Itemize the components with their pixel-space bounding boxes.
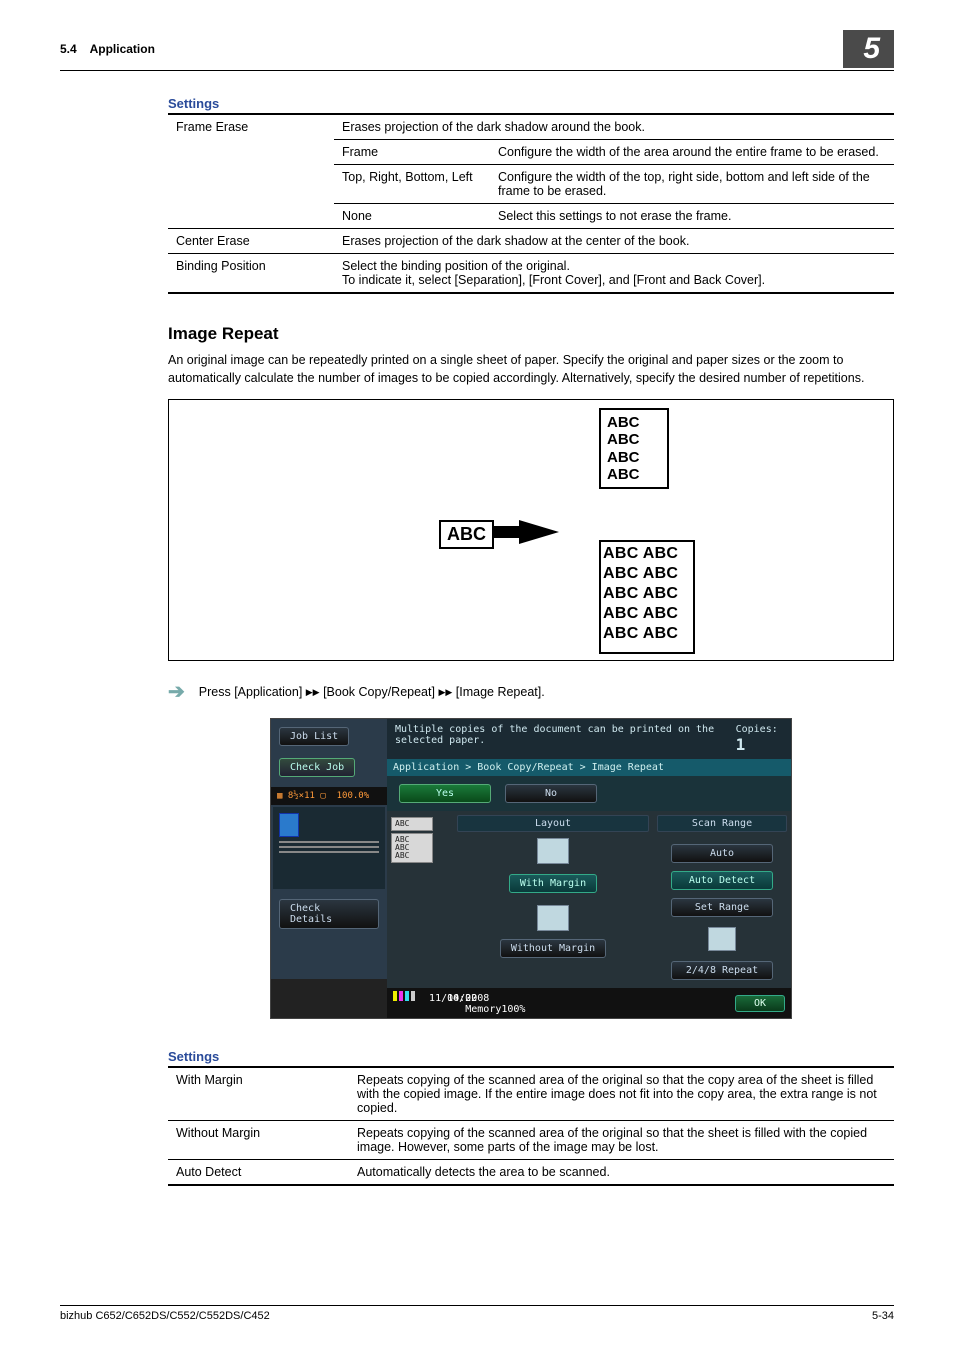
scan-range-label: Scan Range xyxy=(657,815,787,832)
paper-zoom: ▦ 8½×11 ▢ 100.0% xyxy=(271,787,387,805)
cell: Erases projection of the dark shadow aro… xyxy=(334,114,894,140)
cell: Automatically detects the area to be sca… xyxy=(349,1160,894,1186)
cell: Frame Erase xyxy=(168,114,334,229)
cell: Configure the width of the area around t… xyxy=(490,140,894,165)
settings-table-2: With Margin Repeats copying of the scann… xyxy=(168,1066,894,1186)
job-list-button[interactable]: Job List xyxy=(279,727,349,746)
thumb2: ABC ABC ABC xyxy=(391,833,433,863)
cell: Center Erase xyxy=(168,229,334,254)
cell: Repeats copying of the scanned area of t… xyxy=(349,1121,894,1160)
set-range-button[interactable]: Set Range xyxy=(671,898,773,917)
repeat-248-button[interactable]: 2/4/8 Repeat xyxy=(671,961,773,980)
screen-panel: Job List Check Job ▦ 8½×11 ▢ 100.0% Chec… xyxy=(270,718,792,1019)
check-job-button[interactable]: Check Job xyxy=(279,758,355,777)
without-margin-button[interactable]: Without Margin xyxy=(500,939,606,958)
auto-button[interactable]: Auto xyxy=(671,844,773,863)
range-icon xyxy=(708,927,736,951)
section-number: 5.4 xyxy=(60,42,77,56)
step-arrow-icon: ➔ xyxy=(168,679,185,704)
auto-detect-button[interactable]: Auto Detect xyxy=(671,871,773,890)
arrow-icon xyxy=(519,520,559,544)
illus-output-1: ABC ABC ABC ABC xyxy=(599,408,669,489)
table1-title: Settings xyxy=(168,96,894,111)
yes-button[interactable]: Yes xyxy=(399,784,491,803)
table2-title: Settings xyxy=(168,1049,894,1064)
panel-message: Multiple copies of the document can be p… xyxy=(395,724,736,754)
step-text: Press [Application] ▶▶ [Book Copy/Repeat… xyxy=(199,685,545,699)
cell: Repeats copying of the scanned area of t… xyxy=(349,1067,894,1121)
cell: Top, Right, Bottom, Left xyxy=(334,165,490,204)
cell: Configure the width of the top, right si… xyxy=(490,165,894,204)
toner-levels: 11/04/2008 10:02 Memory 100% xyxy=(393,991,507,1015)
preview-icon xyxy=(279,813,299,837)
cell: None xyxy=(334,204,490,229)
illus-output-2: ABC ABC ABC ABC ABC ABC ABC ABC ABC ABC xyxy=(599,540,695,654)
cell: Erases projection of the dark shadow at … xyxy=(334,229,894,254)
cell: Without Margin xyxy=(168,1121,349,1160)
chapter-number: 5 xyxy=(843,30,894,68)
illus-source: ABC xyxy=(439,520,494,549)
no-button[interactable]: No xyxy=(505,784,597,803)
with-margin-button[interactable]: With Margin xyxy=(509,874,597,893)
breadcrumb: Application > Book Copy/Repeat > Image R… xyxy=(387,759,791,776)
thumb1: ABC xyxy=(391,817,433,831)
settings-table-1: Frame Erase Erases projection of the dar… xyxy=(168,113,894,294)
layout-label: Layout xyxy=(457,815,649,832)
section-title: Application xyxy=(90,42,155,56)
footer-page: 5-34 xyxy=(872,1310,894,1322)
subsection-text: An original image can be repeatedly prin… xyxy=(168,352,894,387)
cell: With Margin xyxy=(168,1067,349,1121)
illustration: ABC ABC ABC ABC ABC ABC ABC ABC ABC ABC … xyxy=(168,399,894,661)
subsection-title: Image Repeat xyxy=(168,324,894,344)
page-footer: bizhub C652/C652DS/C552/C552DS/C452 5-34 xyxy=(60,1305,894,1322)
layout-icon-2 xyxy=(537,905,569,931)
cell: Binding Position xyxy=(168,254,334,294)
copies: Copies: 1 xyxy=(736,724,783,754)
ok-button[interactable]: OK xyxy=(735,995,785,1012)
cell: Frame xyxy=(334,140,490,165)
cell: Auto Detect xyxy=(168,1160,349,1186)
page-header: 5.4 Application 5 xyxy=(60,30,894,71)
cell: Select the binding position of the origi… xyxy=(334,254,894,294)
layout-icon-1 xyxy=(537,838,569,864)
check-details-button[interactable]: Check Details xyxy=(279,899,379,929)
cell: Select this settings to not erase the fr… xyxy=(490,204,894,229)
footer-model: bizhub C652/C652DS/C552/C552DS/C452 xyxy=(60,1310,270,1322)
